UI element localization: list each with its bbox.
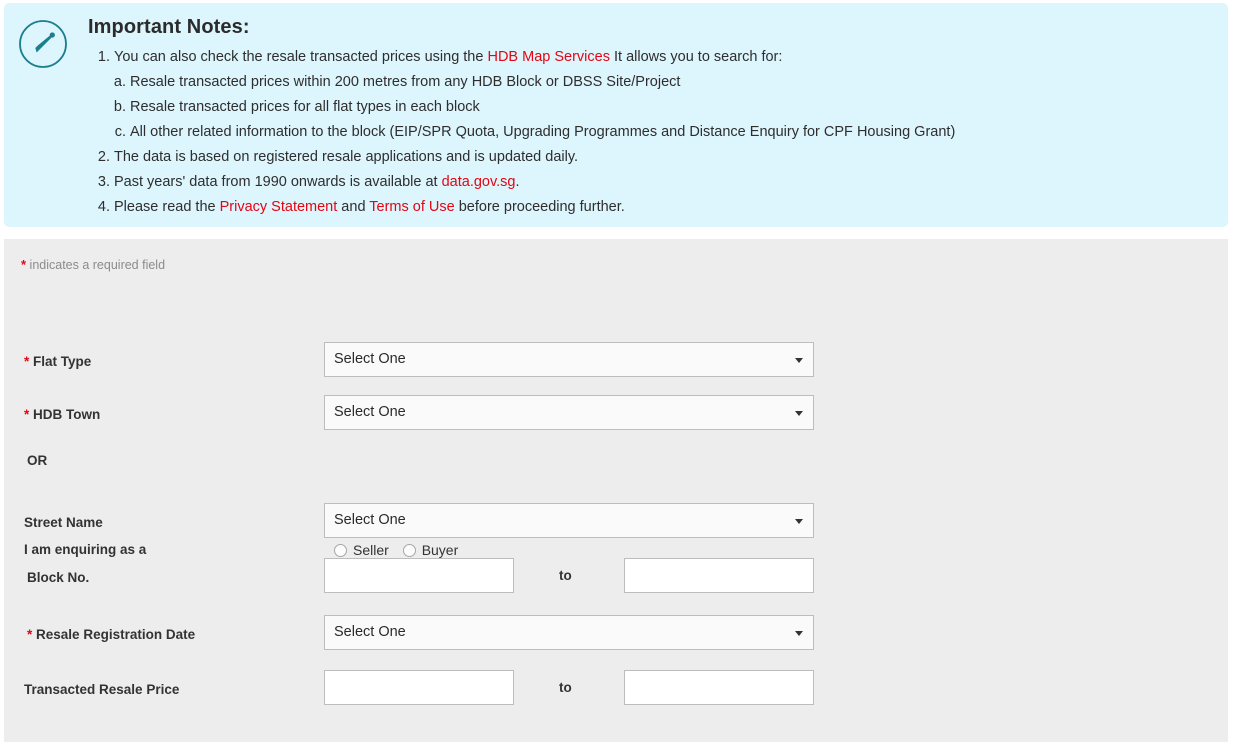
note-sub-text: All other related information to the blo… <box>130 124 956 140</box>
select-value-hdb-town: Select One <box>334 404 406 420</box>
label-hdb-town: * HDB Town <box>24 395 100 435</box>
form-row-or-separator: OR <box>4 441 1228 481</box>
note-item: 4. Please read the Privacy Statement and … <box>88 195 1218 220</box>
block-no-from-input[interactable] <box>324 558 514 593</box>
label-resale-registration-date: * Resale Registration Date <box>27 615 195 655</box>
radio-circle-icon[interactable] <box>334 544 347 557</box>
label-text-resale-registration-date: Resale Registration Date <box>36 627 196 642</box>
note-text: Past years' data from 1990 onwards is av… <box>114 174 442 190</box>
chevron-down-icon <box>795 411 803 416</box>
label-transacted-resale-price: Transacted Resale Price <box>24 682 180 697</box>
form-row-hdb-town: * HDB Town Select One <box>4 395 1228 435</box>
required-field-hint: * indicates a required field <box>21 257 165 272</box>
label-street-name: Street Name <box>24 515 103 530</box>
note-text: You can also check the resale transacted… <box>114 49 488 65</box>
note-item: 3. Past years' data from 1990 onwards is … <box>88 170 1218 195</box>
block-no-to-input[interactable] <box>624 558 814 593</box>
form-row-flat-type: * Flat Type Select One <box>4 342 1228 382</box>
label-flat-type: * Flat Type <box>24 342 91 382</box>
transacted-resale-price-from-input[interactable] <box>324 670 514 705</box>
note-text: before proceeding further. <box>454 199 625 215</box>
radio-label-seller: Seller <box>353 542 389 558</box>
note-sub-number: b. <box>113 99 126 115</box>
label-or: OR <box>27 453 48 468</box>
notes-content: Important Notes: 1. You can also check th… <box>88 14 1218 220</box>
required-asterisk: * <box>27 627 33 642</box>
required-asterisk: * <box>24 407 30 422</box>
notes-list: 1. You can also check the resale transact… <box>88 45 1218 220</box>
form-row-block-no: Block No. to <box>4 558 1228 598</box>
required-hint-text: indicates a required field <box>26 258 166 272</box>
note-text: It allows you to search for: <box>609 49 783 65</box>
important-notes-banner: Important Notes: 1. You can also check th… <box>4 3 1228 227</box>
note-number: 4. <box>97 199 110 215</box>
note-sub-number: c. <box>114 124 126 140</box>
required-asterisk: * <box>24 354 30 369</box>
note-sub-number: a. <box>113 74 126 90</box>
select-value-resale-registration-date: Select One <box>334 624 406 640</box>
note-sub-list: a. Resale transacted prices within 200 me… <box>88 70 1218 145</box>
note-sub-item: a. Resale transacted prices within 200 me… <box>88 70 1218 95</box>
note-number: 3. <box>97 174 110 190</box>
select-hdb-town[interactable]: Select One <box>324 395 814 430</box>
note-text: Please read the <box>114 199 220 215</box>
note-text: . <box>515 174 520 190</box>
form-row-street-name: Street Name Select One <box>4 503 1228 543</box>
note-text: and <box>337 199 370 215</box>
note-sub-item: b. Resale transacted prices for all flat … <box>88 95 1218 120</box>
enquiry-form-panel: * indicates a required field I am enquir… <box>4 239 1228 742</box>
select-resale-registration-date[interactable]: Select One <box>324 615 814 650</box>
note-item: 1. You can also check the resale transact… <box>88 45 1218 70</box>
form-row-transacted-resale-price: Transacted Resale Price to <box>4 670 1228 710</box>
select-value-flat-type: Select One <box>334 351 406 367</box>
note-number: 2. <box>97 149 110 165</box>
note-sub-text: Resale transacted prices within 200 metr… <box>130 74 681 90</box>
note-text: The data is based on registered resale a… <box>114 149 579 165</box>
note-item: 2. The data is based on registered resale… <box>88 145 1218 170</box>
select-value-street-name: Select One <box>334 512 406 528</box>
notes-title: Important Notes: <box>88 16 250 38</box>
label-text-hdb-town: HDB Town <box>33 407 101 422</box>
note-link[interactable]: data.gov.sg <box>442 174 516 190</box>
note-link[interactable]: Terms of Use <box>369 199 454 215</box>
chevron-down-icon <box>795 631 803 636</box>
form-row-resale-registration-date: * Resale Registration Date Select One <box>4 615 1228 655</box>
label-text-flat-type: Flat Type <box>33 354 92 369</box>
chevron-down-icon <box>795 358 803 363</box>
note-sub-text: Resale transacted prices for all flat ty… <box>130 99 480 115</box>
pencil-circle-icon <box>18 19 68 69</box>
radio-label-buyer: Buyer <box>421 542 459 558</box>
label-block-no: Block No. <box>27 570 90 585</box>
select-flat-type[interactable]: Select One <box>324 342 814 377</box>
note-link[interactable]: Privacy Statement <box>220 199 338 215</box>
transacted-resale-price-to-input[interactable] <box>624 670 814 705</box>
label-transacted-resale-price-to: to <box>559 680 572 695</box>
note-number: 1. <box>97 49 110 65</box>
note-sub-item: c. All other related information to the b… <box>88 120 1218 145</box>
select-street-name[interactable]: Select One <box>324 503 814 538</box>
label-block-no-to: to <box>559 568 572 583</box>
chevron-down-icon <box>795 519 803 524</box>
note-link[interactable]: HDB Map Services <box>487 49 609 65</box>
radio-circle-icon[interactable] <box>402 544 416 557</box>
